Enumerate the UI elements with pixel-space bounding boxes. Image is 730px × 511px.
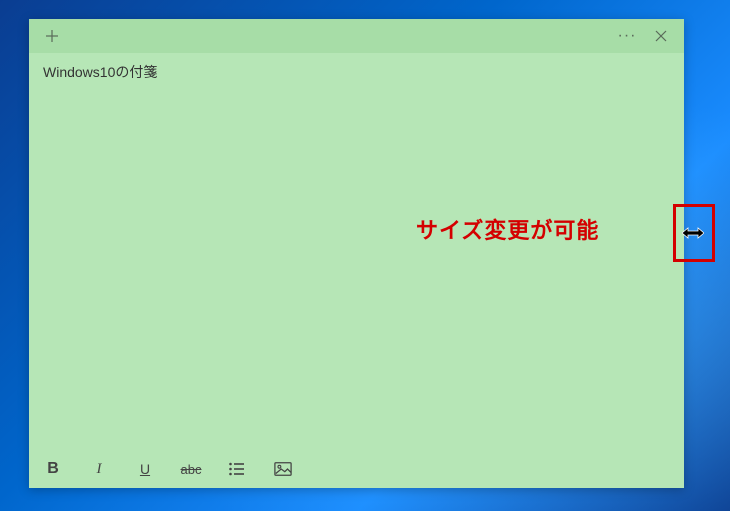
plus-icon [45,29,59,43]
note-content[interactable]: Windows10の付箋 [29,53,684,450]
close-icon [654,29,668,43]
underline-button[interactable]: U [133,457,157,481]
insert-image-button[interactable] [271,457,295,481]
ellipsis-icon: ··· [618,27,637,45]
titlebar: ··· [29,19,684,53]
image-icon [274,460,292,478]
menu-button[interactable]: ··· [610,19,644,53]
new-note-button[interactable] [35,19,69,53]
list-icon [228,460,246,478]
resize-cursor-indicator[interactable] [682,226,704,240]
annotation-label: サイズ変更が可能 [416,213,599,245]
strikethrough-button[interactable]: abc [179,457,203,481]
resize-horizontal-icon [682,226,704,240]
sticky-note-window: ··· Windows10の付箋 B I U abc [29,19,684,488]
bullet-list-button[interactable] [225,457,249,481]
bold-button[interactable]: B [41,457,65,481]
format-toolbar: B I U abc [29,450,684,488]
close-button[interactable] [644,19,678,53]
italic-button[interactable]: I [87,457,111,481]
